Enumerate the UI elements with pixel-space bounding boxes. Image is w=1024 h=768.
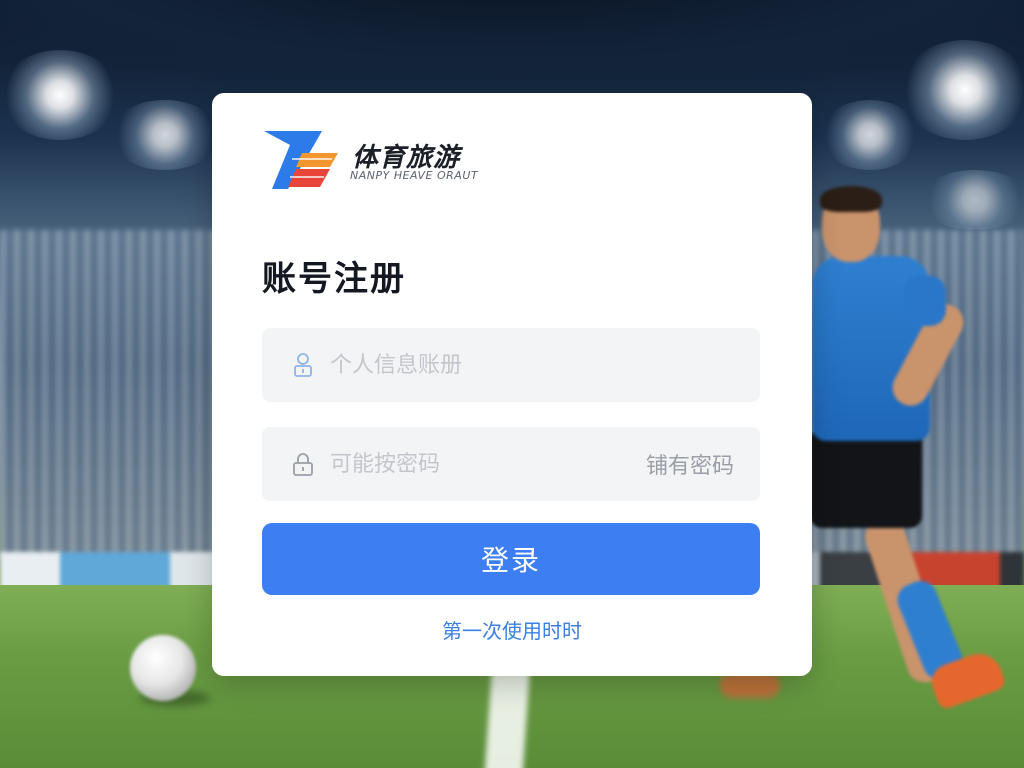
user-icon <box>294 353 312 377</box>
brand-logo-icon <box>264 131 338 189</box>
stadium-roof <box>0 0 1024 80</box>
password-aside-link[interactable]: 铺有密码 <box>646 448 734 480</box>
page-title: 账号注册 <box>262 259 406 299</box>
floodlight <box>0 50 120 140</box>
floodlight <box>820 100 920 170</box>
login-button[interactable]: 登录 <box>262 523 760 595</box>
brand-tagline: NANPY HEAVE ORAUT <box>350 169 479 182</box>
floodlight <box>110 100 220 170</box>
password-input[interactable] <box>330 451 646 477</box>
brand-logo: 体育旅游 NANPY HEAVE ORAUT <box>262 127 502 191</box>
lock-icon <box>293 453 313 476</box>
account-input[interactable] <box>330 352 734 378</box>
player-sleeve <box>904 276 946 326</box>
floodlight <box>900 40 1024 140</box>
player-shorts <box>810 428 922 528</box>
account-field[interactable] <box>262 328 760 402</box>
player-hair <box>820 186 882 212</box>
football <box>130 635 196 701</box>
pitch-line <box>484 670 530 768</box>
football-player <box>720 186 1020 750</box>
password-field[interactable]: 铺有密码 <box>262 427 760 501</box>
first-use-link[interactable]: 第一次使用时时 <box>212 615 812 644</box>
register-card: 体育旅游 NANPY HEAVE ORAUT 账号注册 铺有密码 登录 第一次使… <box>212 93 812 676</box>
